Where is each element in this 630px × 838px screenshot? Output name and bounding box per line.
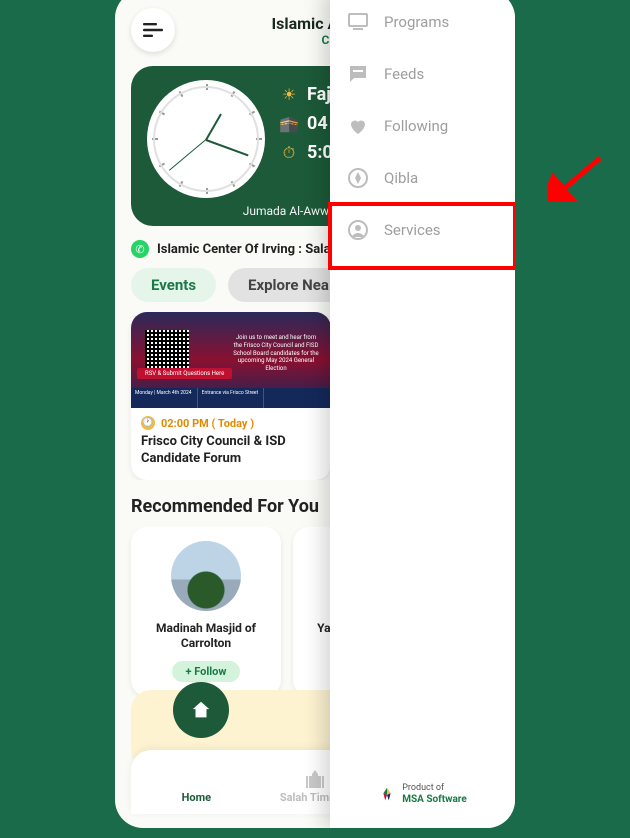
follow-button[interactable]: + Follow bbox=[172, 661, 241, 682]
drawer-item-services[interactable]: Services bbox=[330, 204, 515, 268]
event-time: 02:00 PM ( Today ) bbox=[161, 417, 254, 430]
iqamah-time: 04 bbox=[307, 113, 328, 134]
app-screen: Islamic Association Change ☀Fajr 🕋04 ⏱5:… bbox=[115, 0, 515, 828]
drawer-item-qibla[interactable]: Qibla bbox=[330, 152, 515, 204]
next-icon: ⏱ bbox=[279, 143, 299, 163]
drawer-footer: Product ofMSA Software bbox=[330, 784, 515, 806]
menu-button[interactable] bbox=[131, 8, 175, 52]
programs-icon bbox=[346, 10, 370, 34]
event-title: Frisco City Council & ISD Candidate Foru… bbox=[141, 434, 321, 468]
analog-clock bbox=[147, 80, 265, 198]
drawer-label: Qibla bbox=[384, 169, 418, 187]
annotation-arrow bbox=[548, 152, 608, 202]
heart-icon bbox=[346, 114, 370, 138]
hamburger-icon bbox=[143, 23, 163, 37]
person-icon: 🕋 bbox=[279, 114, 299, 134]
services-icon bbox=[346, 218, 370, 242]
org-name: Madinah Masjid of Carrolton bbox=[141, 621, 271, 653]
drawer-label: Services bbox=[384, 221, 441, 239]
home-fab[interactable] bbox=[173, 682, 229, 738]
drawer-item-programs[interactable]: Programs bbox=[330, 0, 515, 48]
tab-events[interactable]: Events bbox=[131, 268, 216, 302]
msa-logo-icon bbox=[378, 786, 396, 804]
drawer-label: Programs bbox=[384, 13, 449, 31]
event-card[interactable]: Join us to meet and hear from the Frisco… bbox=[131, 312, 331, 480]
drawer-label: Feeds bbox=[384, 65, 424, 83]
event-image: Join us to meet and hear from the Frisco… bbox=[131, 312, 331, 408]
compass-icon bbox=[346, 166, 370, 190]
home-icon bbox=[190, 699, 212, 721]
sunrise-icon: ☀ bbox=[279, 85, 299, 105]
side-drawer: Programs Feeds Following Qibla Services … bbox=[330, 0, 515, 828]
drawer-label: Following bbox=[384, 117, 448, 135]
event-ribbon: RSV & Submit Questions Here bbox=[137, 368, 232, 379]
drawer-item-feeds[interactable]: Feeds bbox=[330, 48, 515, 100]
clock-icon: 🕐 bbox=[141, 416, 155, 430]
feeds-icon bbox=[346, 62, 370, 86]
drawer-item-following[interactable]: Following bbox=[330, 100, 515, 152]
org-avatar bbox=[171, 541, 241, 611]
whatsapp-icon: ✆ bbox=[131, 240, 149, 258]
event-banner-text: Join us to meet and hear from the Frisco… bbox=[231, 334, 321, 373]
nav-home[interactable]: Home bbox=[137, 767, 256, 804]
recommended-card[interactable]: Madinah Masjid of Carrolton + Follow bbox=[131, 527, 281, 696]
next-time: 5:0 bbox=[307, 142, 333, 163]
ticker-text: Islamic Center Of Irving : Sala bbox=[157, 242, 331, 257]
